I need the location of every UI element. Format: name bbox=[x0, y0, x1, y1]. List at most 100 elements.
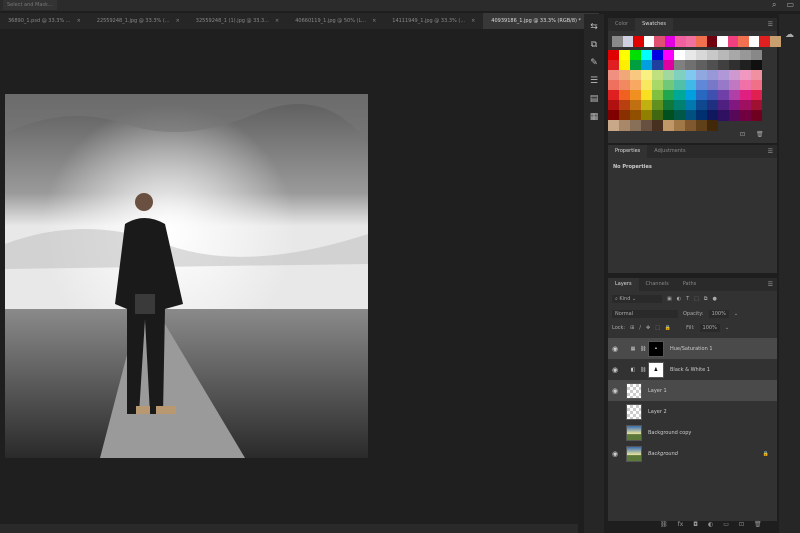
swatch[interactable] bbox=[622, 36, 634, 47]
swatch[interactable] bbox=[740, 110, 751, 121]
tab-paths[interactable]: Paths bbox=[676, 278, 704, 291]
link-icon[interactable]: ⛓ bbox=[660, 521, 668, 528]
document-tab[interactable]: 40939186_1.jpg @ 33.3% (RGB/8) *× bbox=[483, 13, 600, 29]
document-canvas[interactable] bbox=[5, 94, 368, 458]
fx-icon[interactable]: fx bbox=[678, 521, 684, 528]
document-tab[interactable]: 32559248_1 (1).jpg @ 33.3... × bbox=[188, 13, 287, 29]
adjust-icon[interactable]: ☰ bbox=[584, 76, 604, 86]
filter-shape-icon[interactable]: ⬚ bbox=[694, 296, 699, 302]
blend-mode-dropdown[interactable]: Normal bbox=[612, 310, 678, 318]
layer-row[interactable]: Layer 2 bbox=[608, 401, 777, 422]
filter-type-icon[interactable]: T bbox=[686, 296, 689, 302]
horizontal-scrollbar[interactable] bbox=[0, 524, 578, 533]
filter-kind-dropdown[interactable]: ⌕ Kind ⌄ bbox=[612, 295, 662, 303]
swatch[interactable] bbox=[748, 36, 760, 47]
swatch[interactable] bbox=[717, 36, 728, 47]
delete-layer-icon[interactable]: 🗑 bbox=[754, 521, 762, 528]
swatch[interactable] bbox=[641, 120, 652, 131]
close-icon[interactable]: × bbox=[77, 13, 81, 29]
tab-adjustments[interactable]: Adjustments bbox=[647, 145, 692, 158]
layer-row[interactable]: ◉ Layer 1 bbox=[608, 380, 777, 401]
swatch[interactable] bbox=[633, 36, 644, 47]
swatch[interactable] bbox=[718, 110, 729, 121]
layer-row[interactable]: ◉ ▦ ⛓ • Hue/Saturation 1 bbox=[608, 338, 777, 359]
new-layer-icon[interactable]: ⊡ bbox=[739, 521, 744, 528]
swatch[interactable] bbox=[664, 36, 676, 47]
document-tab[interactable]: 22559248_1.jpg @ 33.3% (... × bbox=[89, 13, 188, 29]
swatch[interactable] bbox=[729, 110, 740, 121]
close-icon[interactable]: × bbox=[176, 13, 180, 29]
lock-pixels-icon[interactable]: / bbox=[639, 325, 641, 331]
tab-channels[interactable]: Channels bbox=[639, 278, 676, 291]
new-swatch-icon[interactable]: ⊡ bbox=[740, 131, 745, 138]
swatch[interactable] bbox=[685, 120, 696, 131]
adjustment-icon[interactable]: ◐ bbox=[708, 521, 713, 528]
panel-menu-icon[interactable]: ☰ bbox=[768, 148, 773, 155]
swatch[interactable] bbox=[663, 120, 674, 131]
filter-adjust-icon[interactable]: ◐ bbox=[677, 296, 681, 302]
properties-icon[interactable]: ⧉ bbox=[584, 40, 604, 50]
close-icon[interactable]: × bbox=[275, 13, 279, 29]
swatch[interactable] bbox=[675, 36, 686, 47]
filter-toggle-icon[interactable]: ● bbox=[712, 296, 716, 302]
group-icon[interactable]: ▭ bbox=[723, 521, 729, 528]
layer-mask-thumbnail[interactable]: • bbox=[648, 340, 664, 357]
swatch[interactable] bbox=[707, 120, 718, 131]
eye-icon[interactable]: ◉ bbox=[608, 450, 622, 458]
eye-icon[interactable]: ◉ bbox=[608, 366, 622, 374]
document-tab[interactable]: 40660119_1.jpg @ 50% (L... × bbox=[287, 13, 384, 29]
swatch[interactable] bbox=[696, 120, 707, 131]
mask-icon[interactable]: ◘ bbox=[693, 521, 698, 528]
delete-icon[interactable]: 🗑 bbox=[756, 131, 764, 138]
tab-properties[interactable]: Properties bbox=[608, 145, 648, 158]
history-icon[interactable]: ⇆ bbox=[584, 22, 604, 32]
layer-row[interactable]: ◉ Background 🔒 bbox=[608, 443, 777, 464]
document-tab[interactable]: 36890_1.psd @ 33.3% ... × bbox=[0, 13, 89, 29]
workspace-icon[interactable]: ▭ bbox=[786, 0, 794, 10]
swatch[interactable] bbox=[706, 36, 718, 47]
eye-icon[interactable]: ◉ bbox=[608, 345, 622, 353]
panel-menu-icon[interactable]: ☰ bbox=[768, 21, 773, 28]
swatch[interactable] bbox=[652, 120, 663, 131]
panel-menu-icon[interactable]: ☰ bbox=[768, 281, 773, 288]
tab-color[interactable]: Color bbox=[608, 18, 635, 31]
swatch[interactable] bbox=[654, 36, 665, 47]
layer-row[interactable]: Background copy bbox=[608, 422, 777, 443]
layer-row[interactable]: ◉ ◧ ⛓ ♟ Black & White 1 bbox=[608, 359, 777, 380]
swatch[interactable] bbox=[612, 36, 623, 47]
brush-icon[interactable]: ✎ bbox=[584, 58, 604, 68]
swatch[interactable] bbox=[727, 36, 739, 47]
swatch[interactable] bbox=[759, 36, 770, 47]
eye-icon[interactable]: ◉ bbox=[608, 387, 622, 395]
swatch[interactable] bbox=[608, 120, 619, 131]
swatch[interactable] bbox=[643, 36, 655, 47]
chain-link-icon[interactable]: ⛓ bbox=[640, 346, 648, 352]
swatch[interactable] bbox=[685, 36, 697, 47]
swatch[interactable] bbox=[696, 36, 707, 47]
lock-position-icon[interactable]: ✥ bbox=[646, 325, 650, 331]
chain-link-icon[interactable]: ⛓ bbox=[640, 367, 648, 373]
select-and-mask-button[interactable]: Select and Mask... bbox=[3, 0, 57, 10]
lock-all-icon[interactable]: 🔒 bbox=[665, 325, 671, 331]
swatch[interactable] bbox=[619, 120, 630, 131]
document-tab[interactable]: 14111949_1.jpg @ 33.3% (... × bbox=[384, 13, 483, 29]
notes-icon[interactable]: ▦ bbox=[584, 112, 604, 122]
filter-pixel-icon[interactable]: ▣ bbox=[667, 296, 672, 302]
tab-swatches[interactable]: Swatches bbox=[635, 18, 673, 31]
swatch[interactable] bbox=[769, 36, 781, 47]
lock-artboard-icon[interactable]: ⬚ bbox=[655, 325, 660, 331]
opacity-input[interactable]: 100% bbox=[708, 310, 729, 318]
filter-smart-icon[interactable]: ⧉ bbox=[704, 296, 708, 302]
swatch[interactable] bbox=[738, 36, 749, 47]
swatch[interactable] bbox=[751, 110, 762, 121]
libraries-icon[interactable]: ▤ bbox=[584, 94, 604, 104]
layer-mask-thumbnail[interactable]: ♟ bbox=[648, 361, 664, 378]
lock-transparent-icon[interactable]: ⊞ bbox=[630, 325, 634, 331]
close-icon[interactable]: × bbox=[471, 13, 475, 29]
swatch[interactable] bbox=[630, 120, 641, 131]
search-icon[interactable]: ⌕ bbox=[772, 0, 776, 10]
tab-layers[interactable]: Layers bbox=[608, 278, 639, 291]
close-icon[interactable]: × bbox=[372, 13, 376, 29]
fill-input[interactable]: 100% bbox=[699, 324, 720, 332]
creative-cloud-icon[interactable]: ☁ bbox=[779, 30, 800, 40]
